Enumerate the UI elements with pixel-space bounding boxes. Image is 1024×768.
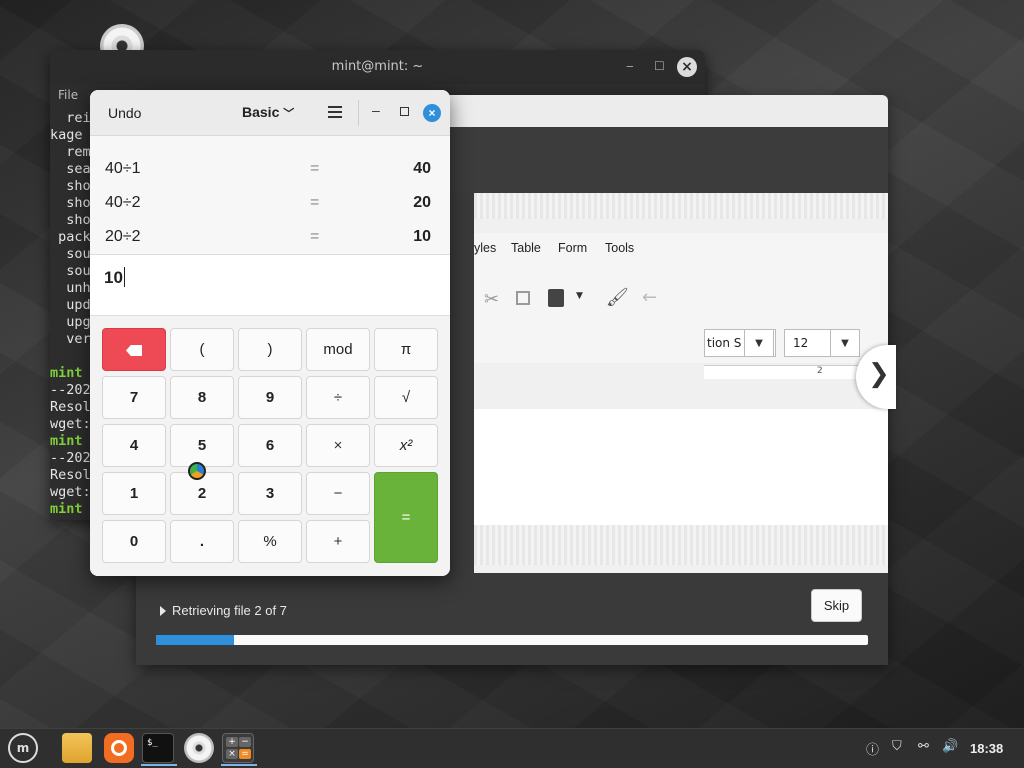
update-manager-icon[interactable]: ⓘ <box>866 739 879 758</box>
digit-4-button[interactable]: 4 <box>102 424 166 467</box>
clone-formatting-icon[interactable]: 🖌 <box>606 287 629 308</box>
history-equals: = <box>310 228 320 245</box>
libreoffice-menubar: yles Table Form Tools <box>474 233 888 263</box>
undo-arrow-icon[interactable]: ← <box>642 287 657 308</box>
display-input[interactable]: 10 <box>90 254 450 316</box>
close-paren-button[interactable]: ) <box>238 328 302 371</box>
history-row[interactable]: 40÷1 = 40 <box>90 152 450 186</box>
taskbar: m $_ + − × = ⓘ ⛉ ⚯ 🔊 18:38 <box>0 728 1024 768</box>
expander-triangle-icon[interactable] <box>160 606 166 616</box>
calculator-headerbar[interactable]: Undo Basic ﹀ – × <box>90 90 450 136</box>
mode-label: Basic <box>242 104 280 120</box>
firefox-icon[interactable] <box>104 733 134 763</box>
download-status-text: Retrieving file 2 of 7 <box>172 603 287 618</box>
digit-8-button[interactable]: 8 <box>170 376 234 419</box>
calculator-icon[interactable]: + − × = <box>221 733 257 766</box>
document-page <box>474 409 888 525</box>
volume-icon[interactable]: 🔊 <box>942 739 958 754</box>
maximize-icon[interactable] <box>400 107 409 116</box>
divide-button[interactable]: ÷ <box>306 376 370 419</box>
digit-0-button[interactable]: 0 <box>102 520 166 563</box>
download-status[interactable]: Retrieving file 2 of 7 <box>160 603 287 618</box>
history-equals: = <box>310 194 320 211</box>
maximize-icon[interactable]: ☐ <box>654 59 665 73</box>
multiply-button[interactable]: × <box>306 424 370 467</box>
cut-icon[interactable]: ✂ <box>484 289 499 310</box>
history-expression: 20÷2 <box>105 228 141 245</box>
shield-icon[interactable]: ⛉ <box>892 739 902 754</box>
history-equals: = <box>310 160 320 177</box>
paste-icon[interactable] <box>548 289 564 307</box>
terminal-titlebar[interactable]: mint@mint: ~ ‒ ☐ × <box>50 50 705 84</box>
digit-3-button[interactable]: 3 <box>238 472 302 515</box>
download-progress-bar <box>156 635 868 645</box>
chevron-down-icon: ﹀ <box>283 108 295 120</box>
mod-button[interactable]: mod <box>306 328 370 371</box>
pi-button[interactable]: π <box>374 328 438 371</box>
terminal-title: mint@mint: ~ <box>331 59 424 74</box>
menu-tools[interactable]: Tools <box>605 241 634 255</box>
disc-icon[interactable] <box>184 733 214 763</box>
skip-button[interactable]: Skip <box>811 589 862 622</box>
font-size-field[interactable]: 12 <box>784 329 832 357</box>
history-result: 20 <box>413 194 431 211</box>
busy-cursor-icon <box>188 462 206 480</box>
square-button[interactable]: x² <box>374 424 438 467</box>
minus-button[interactable]: − <box>306 472 370 515</box>
terminal-icon[interactable]: $_ <box>141 733 177 766</box>
font-size-dropdown[interactable]: ▼ <box>830 329 860 357</box>
equals-button[interactable]: = <box>374 472 438 563</box>
history-expression: 40÷2 <box>105 194 141 211</box>
close-icon[interactable]: × <box>677 57 697 77</box>
terminal-icon-glyph: $_ <box>147 738 158 748</box>
menu-table[interactable]: Table <box>511 241 541 255</box>
hamburger-menu-icon[interactable] <box>328 106 342 121</box>
open-paren-button[interactable]: ( <box>170 328 234 371</box>
history-list: 40÷1 = 40 40÷2 = 20 20÷2 = 10 <box>90 136 450 254</box>
minimize-icon[interactable]: – <box>372 102 380 118</box>
minimize-icon[interactable]: ‒ <box>626 59 634 73</box>
calculator-window[interactable]: Undo Basic ﹀ – × 40÷1 = 40 40÷2 = 20 20÷… <box>90 90 450 576</box>
backspace-button[interactable] <box>102 328 166 371</box>
digit-9-button[interactable]: 9 <box>238 376 302 419</box>
menu-file[interactable]: File <box>58 88 78 102</box>
font-name-dropdown[interactable]: ▼ <box>744 329 774 357</box>
plus-button[interactable]: + <box>306 520 370 563</box>
digit-1-button[interactable]: 1 <box>102 472 166 515</box>
keypad: ( ) mod π 7 8 9 ÷ √ 4 5 6 × x² 1 2 3 − =… <box>90 316 450 576</box>
files-icon[interactable] <box>62 733 92 763</box>
text-cursor <box>123 267 125 287</box>
display-value: 10 <box>104 268 123 287</box>
close-icon[interactable]: × <box>423 104 441 122</box>
digit-5-button[interactable]: 5 <box>170 424 234 467</box>
digit-7-button[interactable]: 7 <box>102 376 166 419</box>
digit-6-button[interactable]: 6 <box>238 424 302 467</box>
mode-menu-button[interactable]: Basic ﹀ <box>242 104 294 121</box>
history-result: 10 <box>413 228 431 245</box>
undo-button[interactable]: Undo <box>108 105 141 121</box>
installer-footer: Retrieving file 2 of 7 Skip <box>136 575 888 665</box>
history-row[interactable]: 20÷2 = 10 <box>90 220 450 254</box>
clock[interactable]: 18:38 <box>970 741 1003 756</box>
history-expression: 40÷1 <box>105 160 141 177</box>
history-result: 40 <box>413 160 431 177</box>
ruler-mark: 2 <box>817 366 823 376</box>
menu-form[interactable]: Form <box>558 241 587 255</box>
mint-menu-icon[interactable]: m <box>8 733 38 763</box>
download-progress-fill <box>156 635 235 645</box>
network-icon[interactable]: ⚯ <box>918 739 929 754</box>
decimal-point-button[interactable]: . <box>170 520 234 563</box>
percent-button[interactable]: % <box>238 520 302 563</box>
history-row[interactable]: 40÷2 = 20 <box>90 186 450 220</box>
sqrt-button[interactable]: √ <box>374 376 438 419</box>
copy-icon[interactable] <box>516 291 530 305</box>
chevron-down-icon[interactable]: ▼ <box>576 291 583 301</box>
menu-styles[interactable]: yles <box>474 241 496 255</box>
